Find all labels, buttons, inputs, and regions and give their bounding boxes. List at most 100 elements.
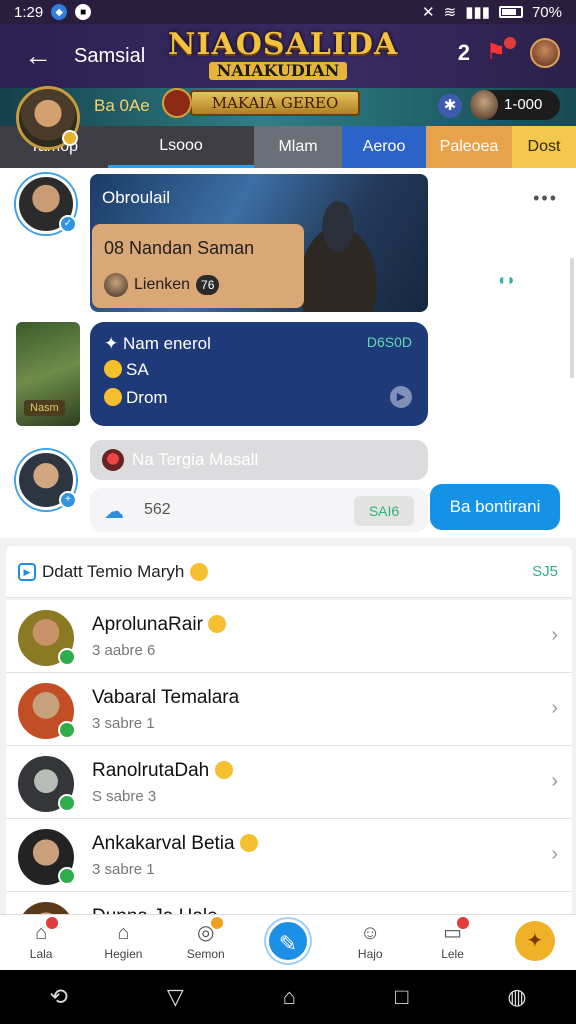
list-header: ▶ Ddatt Temio Maryh SJ5: [6, 546, 572, 598]
nav-hajo[interactable]: ☺ Hajo: [329, 915, 411, 970]
tab-lsooo[interactable]: Lsooo: [108, 126, 254, 168]
recents-button[interactable]: □: [395, 984, 408, 1010]
player-name: Ba 0Ae: [94, 96, 150, 115]
pin-icon[interactable]: ⚑: [486, 37, 516, 67]
chat-panel: ••• ✓ Obroulail 08 Nandan Saman Lienken …: [0, 168, 576, 538]
game-scene-card[interactable]: Obroulail 08 Nandan Saman Lienken 76: [90, 174, 428, 312]
emoji-icon: [190, 562, 209, 581]
tab-label: Aeroo: [362, 138, 406, 155]
online-icon: [58, 867, 76, 885]
input-pill[interactable]: SAI6: [354, 496, 414, 526]
input-count: 562: [144, 501, 171, 518]
contact-name: RanolrutaDah: [92, 760, 237, 782]
logo-line2: NAIAKUDIAN: [208, 62, 348, 80]
compose-icon: ✎: [265, 919, 310, 963]
emblem-icon: [162, 88, 192, 118]
back-button[interactable]: ←: [24, 41, 54, 71]
info-card-code: 08: [104, 238, 125, 258]
info-card[interactable]: 08 Nandan Saman Lienken 76: [92, 224, 304, 308]
nav-label: Lele: [441, 947, 464, 961]
list-header-action[interactable]: SJ5: [532, 563, 558, 580]
scrollbar[interactable]: [570, 258, 574, 378]
nav-tools[interactable]: ✦: [494, 915, 576, 970]
cloud-icon[interactable]: ☁: [104, 499, 128, 523]
sender-avatar-2[interactable]: +: [16, 450, 77, 510]
sender-avatar[interactable]: ✓: [16, 174, 77, 234]
signal-icon: ▮▮▮: [465, 4, 490, 21]
tab-aeroo[interactable]: Aeroo: [342, 126, 426, 168]
banner-plate-text: MAKAIA GEREO: [211, 94, 339, 112]
nav-lala[interactable]: ⌂ Lala: [0, 915, 82, 970]
play-icon[interactable]: ▶: [390, 386, 412, 408]
list-item[interactable]: Vabaral Temalara 3 sabre 1 ›: [6, 673, 572, 746]
emoji-icon: [214, 761, 233, 779]
contact-name: Vabaral Temalara: [92, 687, 240, 708]
app-notification-icon: ◆: [51, 4, 68, 20]
contact-sub: S sabre 3: [92, 788, 157, 805]
list-item[interactable]: Dunna Ja Hale: [6, 892, 572, 914]
assistant-icon[interactable]: ◍: [507, 984, 526, 1010]
list-item[interactable]: AprolunaRair 3 aabre 6 ›: [6, 600, 572, 673]
contact-avatar: [16, 827, 76, 887]
bottom-nav: ⌂ Lala ⌂ Hegien ◎ Semon ✎ ☺ Hajo ▭ Lele ✦: [0, 914, 576, 970]
house-icon: ⌂: [117, 922, 130, 944]
tab-paleoea[interactable]: Paleoea: [426, 126, 512, 168]
info-card-name: Nandan Saman: [129, 238, 255, 258]
more-options-icon[interactable]: •••: [533, 188, 558, 209]
list-item[interactable]: RanolrutaDah S sabre 3 ›: [6, 746, 572, 819]
verified-icon: ✓: [59, 215, 77, 233]
sound-icon[interactable]: ◖◗: [497, 272, 516, 290]
send-button[interactable]: Ba bontirani: [430, 484, 560, 530]
down-icon[interactable]: ▽: [167, 984, 184, 1010]
settings-icon[interactable]: ✱: [438, 94, 462, 118]
tab-label: Paleoea: [439, 138, 499, 155]
info-card-tag: 76: [196, 275, 220, 295]
chevron-right-icon: ›: [551, 843, 558, 865]
notification-badge: [46, 917, 59, 929]
list-title: Ddatt Temio Maryh: [42, 561, 185, 581]
info-card-title: 08 Nandan Saman: [104, 238, 254, 259]
home-button[interactable]: ⌂: [283, 984, 296, 1010]
tab-bar: Tamop Lsooo Mlam Aeroo Paleoea Dost: [0, 126, 576, 168]
counter-badge[interactable]: 2: [458, 40, 470, 66]
mini-avatar: [104, 273, 128, 297]
reply-bubble[interactable]: Na Tergia Masall: [90, 440, 428, 480]
battery-icon: [498, 6, 523, 18]
currency-pill[interactable]: 1-000: [470, 90, 560, 120]
banner-plate[interactable]: MAKAIA GEREO: [162, 88, 360, 118]
chevron-right-icon: ›: [551, 624, 558, 646]
game-banner: Ba 0Ae MAKAIA GEREO ✱ 1-000: [0, 86, 576, 150]
bubble-line3: Drom: [104, 388, 168, 408]
emoji-icon: [239, 834, 258, 852]
game-logo: NIAOSALIDA NAIAKUDIAN: [168, 24, 397, 88]
contact-name: AprolunaRair: [92, 614, 230, 636]
nav-label: Semon: [186, 947, 225, 961]
app-header: ← Samsial NIAOSALIDA NAIAKUDIAN 2 ⚑: [0, 24, 576, 88]
orc-thumbnail[interactable]: Nasm: [16, 322, 80, 426]
nav-hegien[interactable]: ⌂ Hegien: [82, 915, 164, 970]
tab-dost[interactable]: Dost: [512, 126, 576, 168]
list-item[interactable]: Ankakarval Betia 3 sabre 1 ›: [6, 819, 572, 892]
message-input-row[interactable]: ☁ 562 SAI6: [90, 488, 428, 532]
contact-sub: 3 aabre 6: [92, 642, 156, 659]
contact-sub: 3 sabre 1: [92, 715, 155, 732]
nav-lele[interactable]: ▭ Lele: [411, 915, 493, 970]
nav-semon[interactable]: ◎ Semon: [165, 915, 247, 970]
message-bubble[interactable]: ✦ Nam enerol SA Drom D6S0D ▶: [90, 322, 428, 426]
online-icon: [58, 648, 76, 666]
users-icon: ☺: [360, 922, 381, 944]
send-button-label: Ba bontirani: [449, 497, 541, 516]
page-title: Samsial: [74, 44, 146, 67]
rotate-icon[interactable]: ⟲: [49, 984, 67, 1010]
info-card-sub-text: Lienken: [134, 276, 191, 293]
contact-name: Dunna Ja Hale: [92, 906, 218, 914]
currency-value: 1-000: [504, 96, 543, 113]
wrench-icon: ✦: [514, 921, 555, 961]
main-content[interactable]: ••• ✓ Obroulail 08 Nandan Saman Lienken …: [0, 168, 576, 914]
contact-name-text: RanolrutaDah: [92, 760, 210, 781]
tab-mlam[interactable]: Mlam: [254, 126, 342, 168]
bubble-line1-text: Nam enerol: [122, 334, 211, 353]
nav-compose[interactable]: ✎: [247, 915, 329, 970]
profile-avatar[interactable]: [530, 38, 560, 68]
nav-label: Lala: [29, 947, 53, 961]
